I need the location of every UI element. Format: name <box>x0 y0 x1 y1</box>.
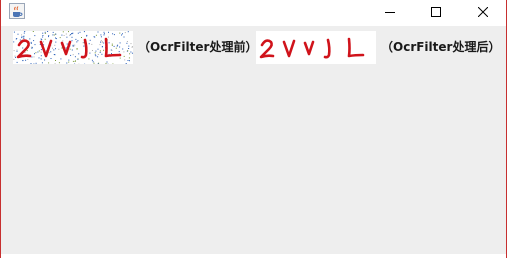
captcha-image-before <box>13 31 133 65</box>
captcha-glyph <box>303 40 315 56</box>
captcha-glyph <box>282 39 296 58</box>
close-button[interactable] <box>460 0 506 22</box>
captcha-image-after <box>256 31 376 64</box>
captcha-glyph <box>16 39 32 59</box>
captcha-glyph <box>39 39 53 58</box>
minimize-button[interactable] <box>367 0 413 22</box>
content-panel: （OcrFilter处理前） （OcrFilter处理后） <box>1 26 506 258</box>
maximize-button[interactable] <box>413 0 459 22</box>
java-cup-icon <box>9 3 25 19</box>
captcha-glyph <box>323 38 331 59</box>
captcha-noise <box>13 31 133 65</box>
window-bottom-edge <box>1 254 506 258</box>
application-window: （OcrFilter处理前） （OcrFilter处理后） <box>0 0 507 258</box>
title-bar[interactable] <box>1 0 506 22</box>
caption-after-filter: （OcrFilter处理后） <box>381 40 501 54</box>
maximize-icon <box>431 2 441 21</box>
minimize-icon <box>385 2 395 21</box>
close-icon <box>477 2 489 21</box>
captcha-glyph <box>259 39 275 59</box>
caption-before-filter: （OcrFilter处理前） <box>138 40 258 54</box>
captcha-glyph <box>104 37 122 58</box>
captcha-glyph <box>347 37 365 58</box>
